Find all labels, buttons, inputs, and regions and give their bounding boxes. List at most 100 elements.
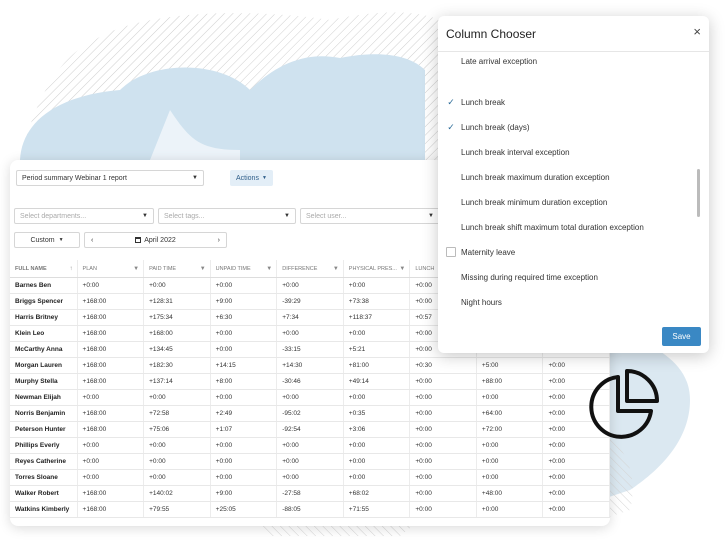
- table-cell: +0:00: [477, 390, 544, 405]
- table-cell: +8:00: [211, 374, 278, 389]
- check-icon[interactable]: ✓: [446, 122, 456, 132]
- table-cell: +0:00: [211, 390, 278, 405]
- table-cell: +140:02: [144, 486, 211, 501]
- table-cell: +0:00: [344, 454, 411, 469]
- check-icon[interactable]: ✓: [446, 97, 456, 107]
- table-cell: +0:00: [410, 502, 477, 517]
- column-option[interactable]: ✓ Lunch break: [446, 94, 505, 110]
- checkbox[interactable]: [446, 172, 456, 182]
- table-row[interactable]: Walker Robert +168:00 +140:02 +9:00 -27:58 +6…: [10, 486, 610, 502]
- table-cell: +7:34: [277, 310, 344, 325]
- filter-icon[interactable]: ▼: [266, 266, 272, 272]
- table-cell: +2:49: [211, 406, 278, 421]
- column-header[interactable]: PHYSICAL PRES... ▼: [344, 260, 411, 277]
- column-option-label: Lunch break maximum duration exception: [461, 172, 610, 182]
- column-option-label: Lunch break (days): [461, 122, 530, 132]
- table-cell: +73:38: [344, 294, 411, 309]
- checkbox[interactable]: [446, 147, 456, 157]
- checkbox[interactable]: [446, 272, 456, 282]
- column-option[interactable]: Lunch break minimum duration exception: [446, 194, 607, 210]
- table-cell: +0:00: [410, 374, 477, 389]
- column-option[interactable]: Night hours: [446, 294, 502, 310]
- table-cell: +0:00: [344, 438, 411, 453]
- employee-name: Norris Benjamin: [10, 406, 78, 421]
- table-row[interactable]: Newman Elijah +0:00 +0:00 +0:00 +0:00 +0:00 +0…: [10, 390, 610, 406]
- table-cell: +0:00: [144, 470, 211, 485]
- table-row[interactable]: Torres Sloane +0:00 +0:00 +0:00 +0:00 +0:00 +0…: [10, 470, 610, 486]
- table-row[interactable]: Norris Benjamin +168:00 +72:58 +2:49 -95:02 +…: [10, 406, 610, 422]
- column-header[interactable]: FULL NAME ↑: [10, 260, 78, 277]
- employee-name: Morgan Lauren: [10, 358, 78, 373]
- table-cell: +0:00: [144, 390, 211, 405]
- table-row[interactable]: Murphy Stella +168:00 +137:14 +8:00 -30:46 +4…: [10, 374, 610, 390]
- table-cell: +0:00: [344, 278, 411, 293]
- table-cell: +0:00: [211, 326, 278, 341]
- checkbox[interactable]: [446, 222, 456, 232]
- period-mode-button[interactable]: Custom ▼: [14, 232, 80, 248]
- table-cell: +9:00: [211, 294, 278, 309]
- departments-placeholder: Select departments...: [20, 212, 87, 220]
- sort-arrow-icon[interactable]: ↑: [70, 266, 73, 272]
- table-cell: +0:00: [211, 438, 278, 453]
- scrollbar-thumb[interactable]: [697, 169, 700, 217]
- tags-select[interactable]: Select tags... ▼: [158, 208, 296, 224]
- table-cell: +0:00: [543, 502, 610, 517]
- checkbox[interactable]: [446, 197, 456, 207]
- column-option[interactable]: Late arrival exception: [446, 53, 537, 69]
- column-chooser-dialog: Column Chooser × Late arrival exception ✓…: [438, 16, 709, 353]
- table-row[interactable]: Reyes Catherine +0:00 +0:00 +0:00 +0:00 +0:00…: [10, 454, 610, 470]
- table-cell: +0:00: [144, 438, 211, 453]
- table-cell: +168:00: [144, 326, 211, 341]
- table-cell: -33:15: [277, 342, 344, 357]
- column-option-list[interactable]: Late arrival exception ✓ Lunch break ✓ Lunch…: [438, 51, 709, 329]
- close-icon[interactable]: ×: [693, 24, 701, 39]
- prev-month-button[interactable]: ‹: [91, 237, 93, 244]
- table-row[interactable]: Peterson Hunter +168:00 +75:06 +1:07 -92:54 +…: [10, 422, 610, 438]
- filter-icon[interactable]: ▼: [133, 266, 139, 272]
- column-option[interactable]: ✓ Lunch break (days): [446, 119, 529, 135]
- column-option[interactable]: Maternity leave: [446, 244, 515, 260]
- column-header[interactable]: UNPAID TIME ▼: [211, 260, 278, 277]
- departments-select[interactable]: Select departments... ▼: [14, 208, 154, 224]
- table-row[interactable]: Watkins Kimberly +168:00 +79:55 +25:05 -88:0…: [10, 502, 610, 518]
- next-month-button[interactable]: ›: [218, 237, 220, 244]
- table-cell: +81:00: [344, 358, 411, 373]
- column-header[interactable]: DIFFERENCE ▼: [277, 260, 344, 277]
- column-option[interactable]: Lunch break shift maximum total duration…: [446, 219, 644, 235]
- chevron-down-icon: ▼: [261, 175, 267, 181]
- report-select[interactable]: Period summary Webinar 1 report ▼: [16, 170, 204, 186]
- table-cell: +175:34: [144, 310, 211, 325]
- table-cell: +71:55: [344, 502, 411, 517]
- table-cell: +137:14: [144, 374, 211, 389]
- employee-name: Torres Sloane: [10, 470, 78, 485]
- column-option[interactable]: Lunch break interval exception: [446, 144, 570, 160]
- table-cell: +168:00: [78, 310, 145, 325]
- checkbox[interactable]: [446, 297, 456, 307]
- checkbox[interactable]: [446, 247, 456, 257]
- table-cell: +168:00: [78, 486, 145, 501]
- checkbox[interactable]: [446, 56, 456, 66]
- column-option-label: Lunch break shift maximum total duration…: [461, 222, 644, 232]
- table-row[interactable]: Phillips Everly +0:00 +0:00 +0:00 +0:00 +0:00…: [10, 438, 610, 454]
- column-option[interactable]: Lunch break maximum duration exception: [446, 169, 610, 185]
- column-option[interactable]: Missing during required time exception: [446, 269, 598, 285]
- save-button[interactable]: Save: [662, 327, 701, 346]
- filter-icon[interactable]: ▼: [333, 266, 339, 272]
- user-select[interactable]: Select user... ▼: [300, 208, 440, 224]
- month-label[interactable]: April 2022: [144, 237, 176, 244]
- table-cell: +79:55: [144, 502, 211, 517]
- table-cell: +182:30: [144, 358, 211, 373]
- actions-button[interactable]: Actions ▼: [230, 170, 273, 186]
- table-row[interactable]: Morgan Lauren +168:00 +182:30 +14:15 +14:30 +…: [10, 358, 610, 374]
- period-mode-label: Custom: [30, 236, 55, 244]
- filter-icon[interactable]: ▼: [399, 266, 405, 272]
- table-cell: +0:30: [410, 358, 477, 373]
- calendar-icon: [135, 237, 142, 243]
- column-header[interactable]: PLAN ▼: [78, 260, 145, 277]
- employee-name: Harris Britney: [10, 310, 78, 325]
- user-placeholder: Select user...: [306, 212, 347, 220]
- column-header[interactable]: PAID TIME ▼: [144, 260, 211, 277]
- chevron-down-icon: ▼: [428, 213, 434, 219]
- filter-icon[interactable]: ▼: [200, 266, 206, 272]
- table-cell: +0:00: [277, 278, 344, 293]
